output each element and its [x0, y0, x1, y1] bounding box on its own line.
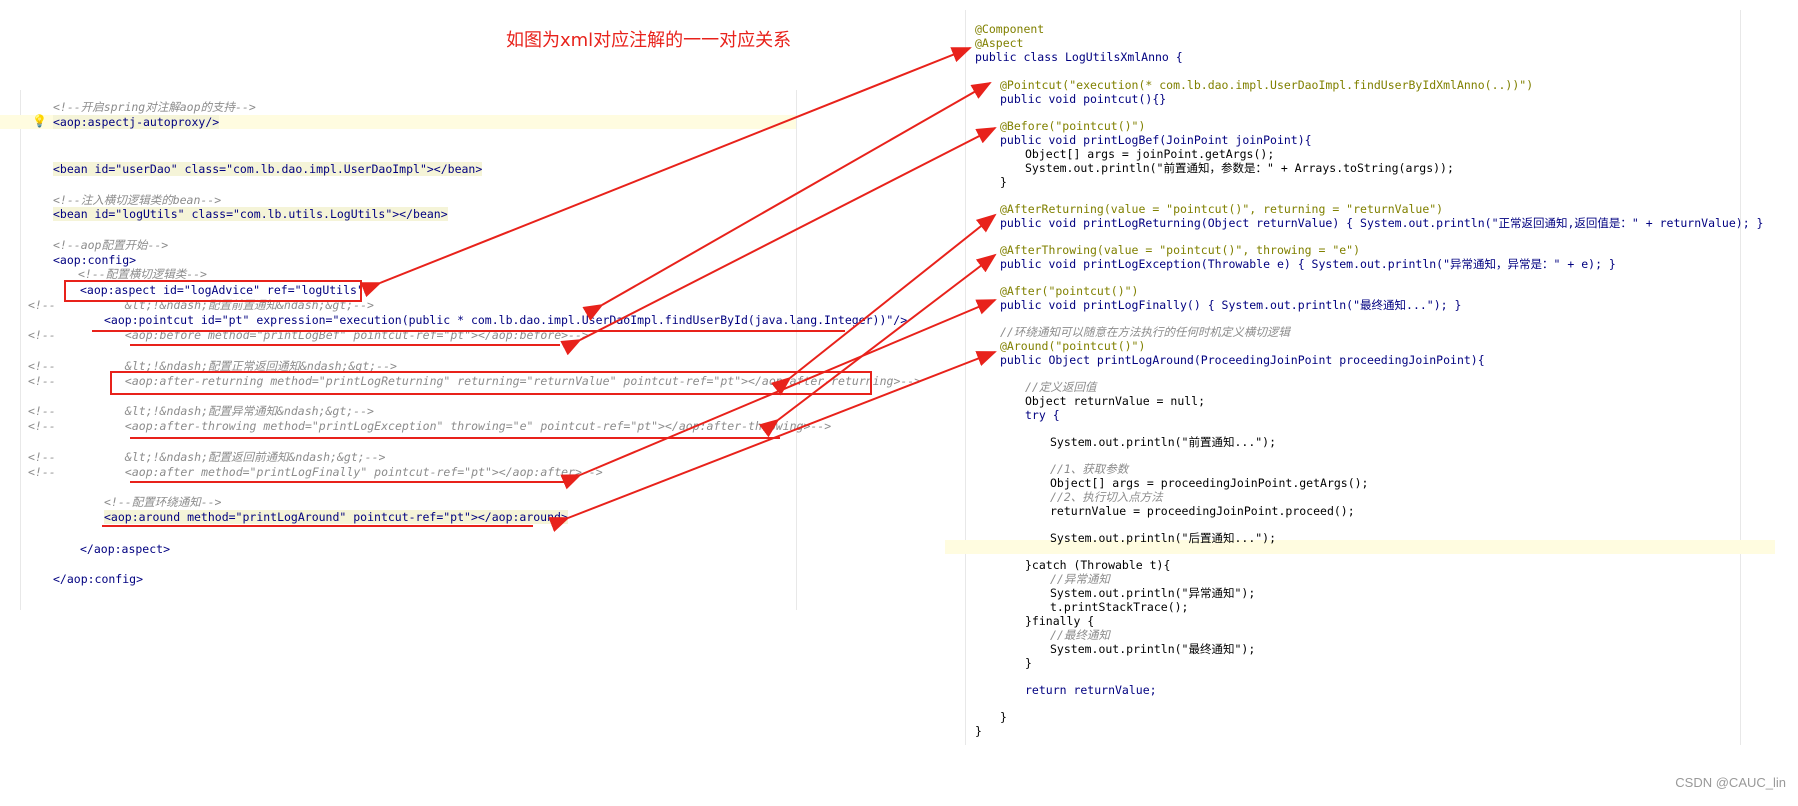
arrow-after [560, 299, 997, 490]
arrow-after-returning [770, 213, 997, 396]
arrow-around [548, 351, 997, 532]
arrow-aspect [360, 47, 972, 298]
annotation-overlay [64, 47, 997, 532]
after-returning-highlight-box [110, 371, 872, 395]
aspect-highlight-box [64, 280, 362, 302]
watermark: CSDN @CAUC_lin [1675, 775, 1786, 790]
arrow-before [560, 127, 997, 356]
